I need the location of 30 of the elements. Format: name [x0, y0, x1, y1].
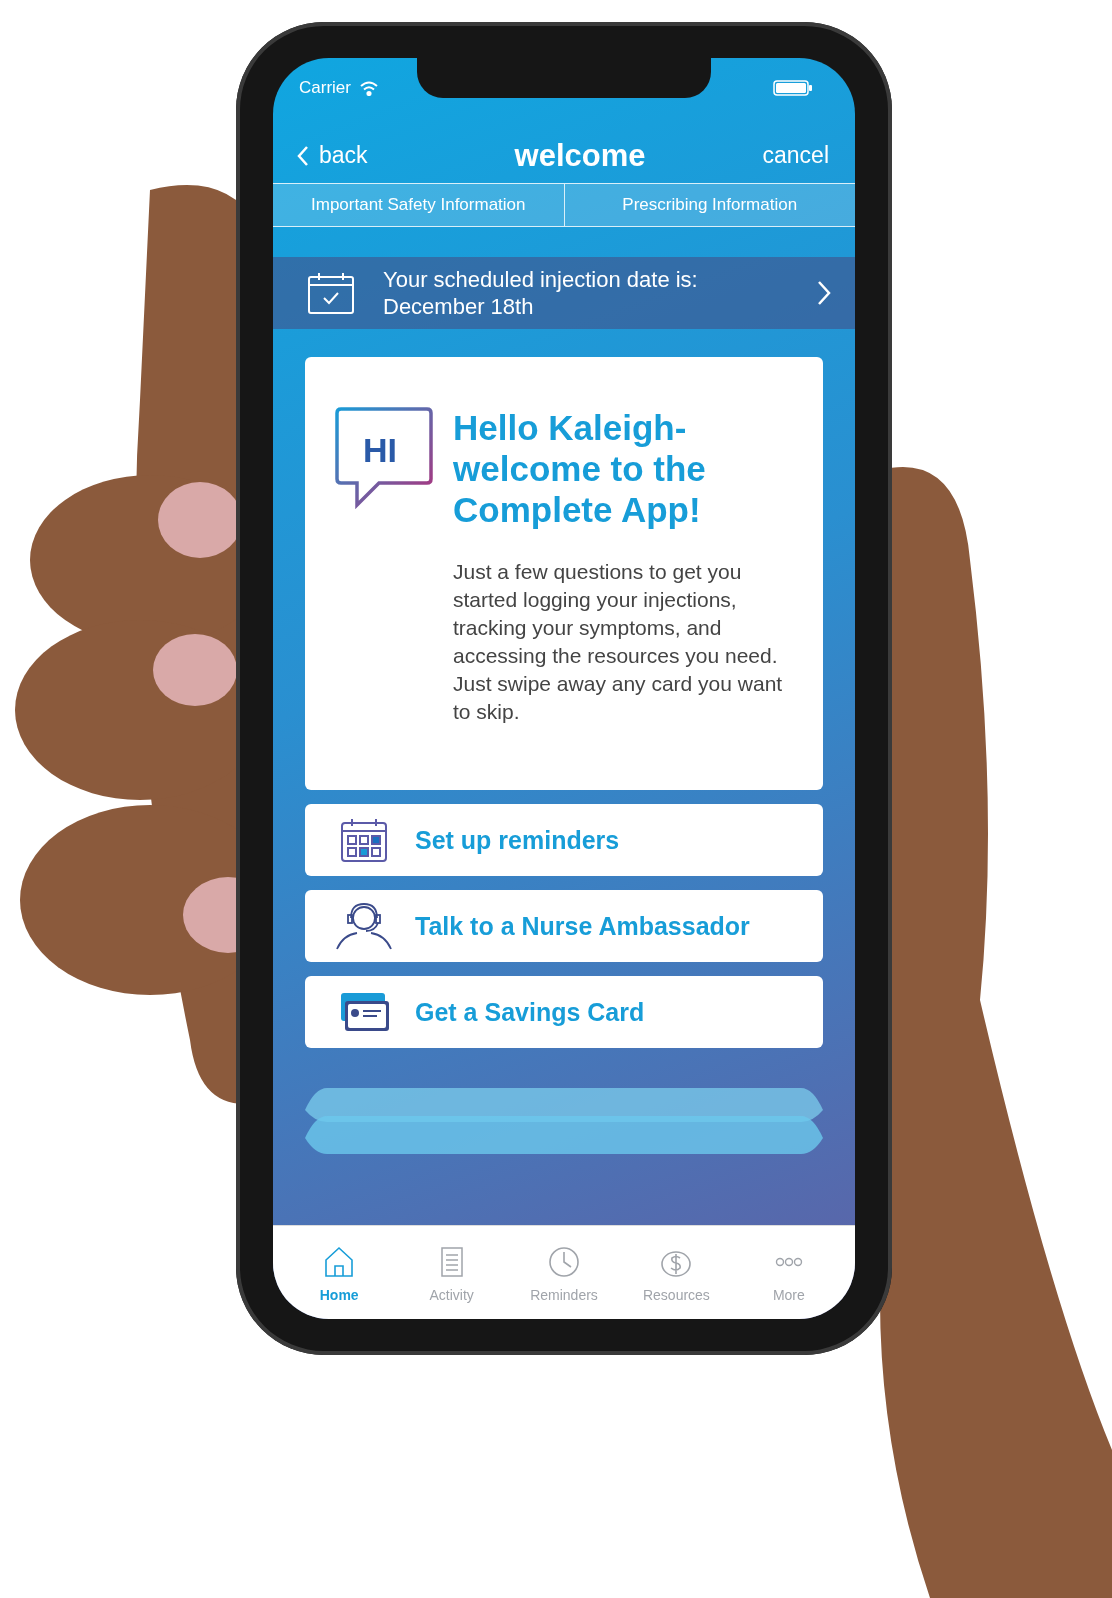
home-icon [324, 1246, 355, 1278]
carrier-label: Carrier [299, 78, 351, 98]
document-icon [440, 1247, 463, 1277]
cancel-button[interactable]: cancel [762, 142, 829, 169]
welcome-message: Just a few questions to get you started logging your injections, tracking your symptoms, and accessing the resources you need. Just swipe away any card you want to skip. [453, 559, 783, 725]
tab-bar-item[interactable]: Resources [620, 1226, 733, 1319]
welcome-heading: Hello Kaleigh- welcome to the Complete App! [453, 407, 707, 530]
chevron-right-icon [817, 280, 831, 306]
screen-title: welcome [514, 137, 646, 174]
chevron-left-icon [297, 144, 309, 167]
back-button[interactable]: back [297, 142, 368, 169]
battery-icon [773, 80, 813, 96]
action-button[interactable]: Talk to a Nurse Ambassador [305, 890, 823, 962]
wifi-icon [358, 80, 379, 96]
info-link[interactable]: Prescribing Information [563, 184, 855, 226]
calendar-check-icon [307, 271, 355, 315]
tab-bar-item[interactable]: Home [283, 1226, 396, 1319]
headset-person-icon [335, 901, 393, 951]
more-icon [774, 1257, 803, 1267]
injection-date-banner[interactable]: Your scheduled injection date is: December 18th [273, 257, 855, 329]
speech-bubble-icon [335, 407, 433, 509]
greeting-badge-text: HI [363, 431, 397, 470]
calendar-grid-icon [340, 817, 388, 863]
tab-bar-item[interactable]: More [732, 1226, 846, 1319]
action-button[interactable]: Get a Savings Card [305, 976, 823, 1048]
tab-bar-item[interactable]: Reminders [507, 1226, 621, 1319]
tab-bar-item[interactable]: Activity [395, 1226, 508, 1319]
clock-icon [548, 1246, 580, 1278]
info-link[interactable]: Important Safety Information [273, 184, 564, 226]
action-button[interactable]: Set up reminders [305, 804, 823, 876]
